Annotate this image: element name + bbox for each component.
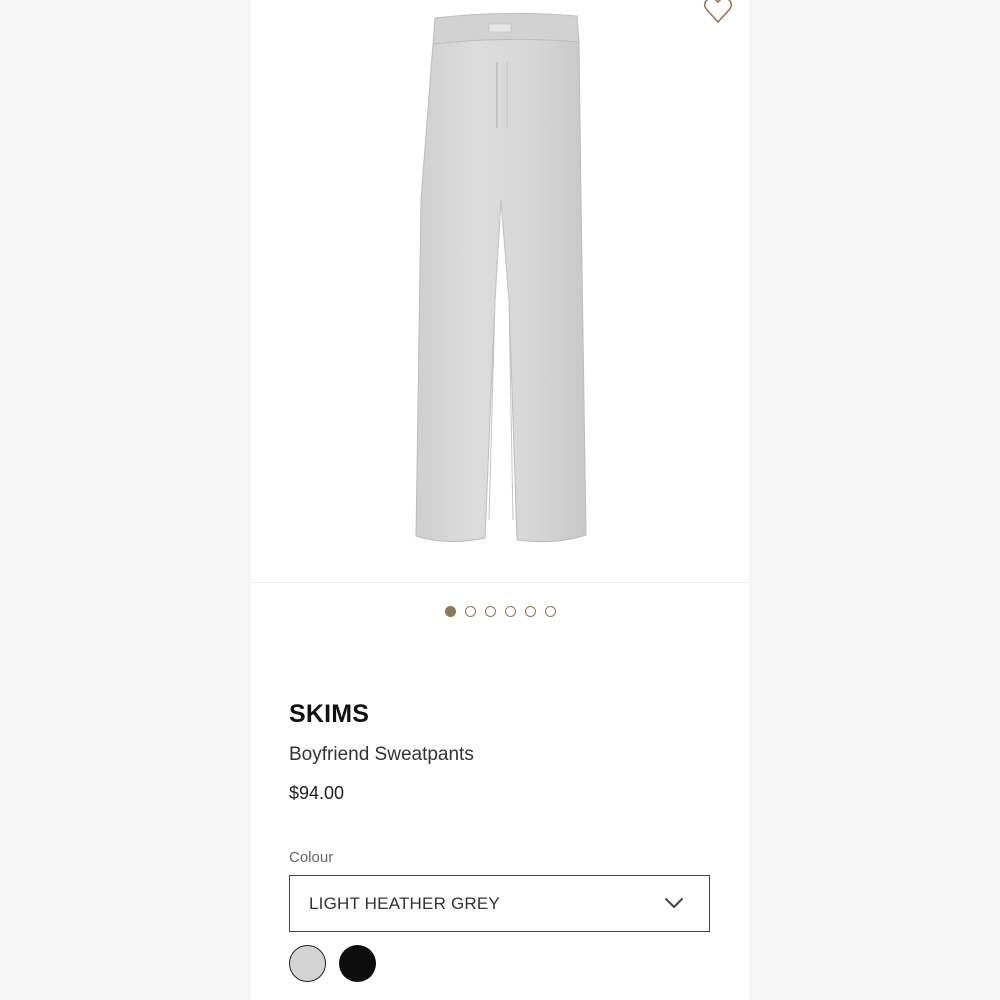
image-divider — [251, 582, 749, 583]
product-title: Boyfriend Sweatpants — [289, 744, 474, 765]
heart-icon — [703, 0, 733, 23]
carousel-dot-2[interactable] — [464, 606, 476, 617]
brand-name: SKIMS — [289, 700, 370, 728]
chevron-down-icon — [665, 898, 683, 908]
product-price: $94.00 — [289, 783, 345, 803]
colour-swatches — [289, 945, 376, 982]
product-page: SKIMS Boyfriend Sweatpants $94.00 Colour… — [251, 0, 749, 1000]
carousel-dot-5[interactable] — [524, 606, 536, 617]
colour-selected-value: LIGHT HEATHER GREY — [309, 893, 500, 913]
product-image[interactable] — [251, 0, 749, 582]
sweatpants-image — [415, 12, 587, 543]
carousel-dot-4[interactable] — [504, 606, 516, 617]
carousel-dot-6[interactable] — [544, 606, 556, 617]
colour-dropdown[interactable]: LIGHT HEATHER GREY — [289, 875, 710, 932]
carousel-dot-1[interactable] — [444, 606, 456, 617]
carousel-dots — [251, 606, 749, 617]
wishlist-button[interactable] — [703, 0, 733, 24]
swatch-light-heather-grey[interactable] — [289, 945, 326, 982]
swatch-black[interactable] — [339, 945, 376, 982]
colour-label: Colour — [289, 849, 334, 866]
carousel-dot-3[interactable] — [484, 606, 496, 617]
